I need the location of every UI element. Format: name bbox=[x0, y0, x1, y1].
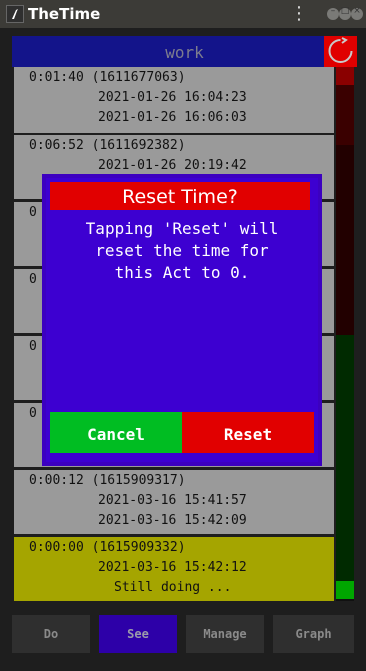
act-title: work bbox=[12, 36, 357, 67]
entry-status: Still doing ... bbox=[114, 580, 232, 595]
timeline-segment bbox=[336, 67, 354, 85]
app-content: work 0:01:40 (1611677063) 2021-01-26 16:… bbox=[0, 28, 366, 671]
entry-duration: 0 bbox=[29, 406, 37, 421]
cancel-button[interactable]: Cancel bbox=[50, 412, 182, 453]
entry-duration: 0:06:52 (1611692382) bbox=[29, 138, 186, 153]
confirm-reset-button[interactable]: Reset bbox=[182, 412, 314, 453]
entry-start: 2021-03-16 15:42:12 bbox=[98, 560, 247, 575]
window-title: TheTime bbox=[28, 5, 101, 23]
close-button[interactable]: × bbox=[351, 6, 363, 20]
app-icon bbox=[6, 5, 24, 23]
timeline-segment bbox=[336, 85, 354, 145]
kebab-menu-icon[interactable]: ⋮ bbox=[290, 3, 308, 24]
dialog-message: Tapping 'Reset' will reset the time for … bbox=[85, 219, 279, 282]
timeline-segment bbox=[336, 335, 354, 581]
dialog-title: Reset Time? bbox=[50, 182, 310, 210]
nav-see[interactable]: See bbox=[99, 615, 177, 653]
maximize-button[interactable]: □ bbox=[339, 6, 351, 20]
entry-start: 2021-01-26 16:04:23 bbox=[98, 90, 247, 105]
entry-duration: 0:01:40 (1611677063) bbox=[29, 70, 186, 85]
entry-end: 2021-03-16 15:42:09 bbox=[98, 513, 247, 528]
nav-graph[interactable]: Graph bbox=[273, 615, 354, 653]
reset-icon bbox=[328, 37, 353, 63]
entry-start: 2021-01-26 20:19:42 bbox=[98, 158, 247, 173]
nav-do[interactable]: Do bbox=[12, 615, 90, 653]
entry-start: 2021-03-16 15:41:57 bbox=[98, 493, 247, 508]
reset-dialog: Reset Time? Tapping 'Reset' will reset t… bbox=[46, 178, 318, 462]
current-entry[interactable]: 0:00:00 (1615909332) 2021-03-16 15:42:12… bbox=[14, 537, 334, 601]
window-titlebar: TheTime ⋮ – □ × bbox=[0, 0, 366, 28]
entry-duration: 0:00:00 (1615909332) bbox=[29, 540, 186, 555]
timeline-bar bbox=[336, 67, 354, 601]
reset-button[interactable] bbox=[324, 36, 357, 67]
minimize-button[interactable]: – bbox=[327, 6, 339, 20]
list-item[interactable]: 0:00:12 (1615909317) 2021-03-16 15:41:57… bbox=[14, 470, 334, 534]
timeline-segment bbox=[336, 145, 354, 335]
timeline-segment bbox=[336, 581, 354, 599]
entry-end: 2021-01-26 16:06:03 bbox=[98, 110, 247, 125]
entry-duration: 0 bbox=[29, 272, 37, 287]
entry-duration: 0:00:12 (1615909317) bbox=[29, 473, 186, 488]
nav-manage[interactable]: Manage bbox=[186, 615, 264, 653]
list-item[interactable]: 0:01:40 (1611677063) 2021-01-26 16:04:23… bbox=[14, 67, 334, 133]
entry-duration: 0 bbox=[29, 205, 37, 220]
entry-duration: 0 bbox=[29, 339, 37, 354]
